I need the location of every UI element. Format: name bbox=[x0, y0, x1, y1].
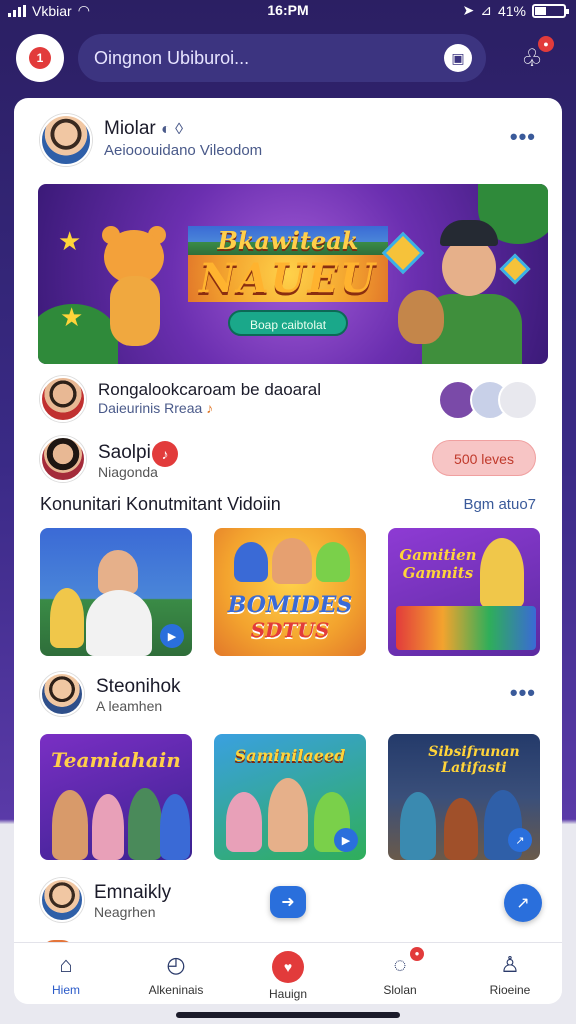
character-figure bbox=[272, 538, 312, 584]
play-icon[interactable]: ▶ bbox=[334, 828, 358, 852]
child-figure bbox=[480, 538, 524, 608]
home-indicator bbox=[176, 1012, 400, 1018]
feed-title[interactable]: Rongalookcaroam be daoaral bbox=[98, 380, 321, 400]
post-subtitle: Neagrhen bbox=[94, 904, 156, 920]
banner-title: Bkawiteak NAUEU bbox=[188, 226, 388, 302]
avatar[interactable] bbox=[40, 114, 92, 166]
feed-subtitle: Daieurinis Rreaa ♪ bbox=[98, 400, 214, 416]
community-button[interactable]: ♧ ● bbox=[512, 36, 554, 78]
person-figure bbox=[52, 790, 88, 860]
nav-profile[interactable]: ♙ Rioeine bbox=[460, 951, 560, 997]
follower-avatars[interactable] bbox=[438, 380, 538, 420]
video-thumbnail[interactable]: ▶ bbox=[40, 528, 192, 656]
thumbnail-label: BOMIDES SDTUS bbox=[227, 592, 353, 642]
nav-home[interactable]: ⌂ Hiem bbox=[16, 951, 116, 997]
person-figure bbox=[128, 788, 162, 860]
section-title: Konunitari Konutmitant Vidoiin bbox=[40, 494, 281, 514]
video-thumbnail[interactable]: Saminilaeed ▶ bbox=[214, 734, 366, 860]
nav-chat[interactable]: ◌ ● Slolan bbox=[350, 947, 450, 997]
character-illustration bbox=[398, 220, 526, 364]
video-thumbnail[interactable]: BOMIDES SDTUS bbox=[214, 528, 366, 656]
nav-label: Rioeine bbox=[489, 983, 531, 997]
avatar[interactable] bbox=[40, 878, 84, 922]
person-figure bbox=[400, 792, 436, 860]
post-author[interactable]: Miolar ◐ ◊ bbox=[104, 118, 183, 140]
likes-pill-button[interactable]: 500 leves bbox=[432, 440, 536, 476]
post-subtitle: A leamhen bbox=[96, 698, 163, 714]
nav-label: Hiem bbox=[51, 983, 80, 997]
post-author[interactable]: Emnaikly bbox=[94, 882, 171, 904]
child-figure bbox=[50, 588, 84, 648]
more-options-icon[interactable]: ••• bbox=[510, 124, 536, 150]
share-button[interactable]: ↗ bbox=[504, 884, 542, 922]
character-figure bbox=[234, 542, 268, 582]
promo-banner[interactable]: ★ ★ Bkawiteak NAUEU Boap caibtolat bbox=[38, 184, 548, 364]
battery-icon bbox=[532, 3, 569, 18]
music-note-icon: ♪ bbox=[206, 400, 214, 416]
more-options-icon[interactable]: ••• bbox=[510, 680, 536, 706]
bottom-nav: ⌂ Hiem ◴ Alkeninais ♥ Hauign ◌ ● Slolan … bbox=[14, 942, 562, 1004]
feed-card: Miolar ◐ ◊ Aeiooouidano Vileodom ••• ★ ★… bbox=[14, 98, 562, 1004]
nav-label: Alkeninais bbox=[148, 983, 204, 997]
avatar[interactable] bbox=[40, 436, 86, 482]
search-input[interactable]: Oingnon Ubiburoi... ▣ bbox=[78, 34, 486, 82]
video-thumbnail[interactable]: Sibsifrunan Latifasti ↗ bbox=[388, 734, 540, 860]
nav-activity[interactable]: ◴ Alkeninais bbox=[126, 951, 226, 997]
profile-icon: ♙ bbox=[500, 952, 520, 977]
top-bar: 1 Oingnon Ubiburoi... ▣ ♧ ● bbox=[16, 32, 560, 82]
send-button[interactable]: ➜ bbox=[270, 886, 306, 918]
star-icon: ★ bbox=[60, 302, 84, 332]
heart-music-icon: ♥ bbox=[272, 951, 304, 983]
person-figure bbox=[92, 794, 124, 860]
app-logo[interactable]: 1 bbox=[16, 34, 64, 82]
battery-percent: 41% bbox=[497, 2, 526, 19]
nav-music[interactable]: ♥ Hauign bbox=[238, 951, 338, 1001]
star-icon: ★ bbox=[58, 226, 82, 256]
signal-strength-icon: ⊿ bbox=[480, 2, 492, 18]
game-board bbox=[396, 606, 536, 650]
thumbnail-label: Sibsifrunan Latifasti bbox=[428, 744, 520, 776]
search-text: Oingnon Ubiburoi... bbox=[94, 48, 250, 68]
play-icon[interactable]: ↗ bbox=[508, 828, 532, 852]
more-avatars-icon bbox=[498, 380, 538, 420]
child-figure bbox=[226, 792, 262, 852]
avatar[interactable] bbox=[40, 376, 86, 422]
notification-badge: ● bbox=[538, 36, 554, 52]
person-figure bbox=[86, 590, 152, 656]
logo-search-icon: 1 bbox=[29, 47, 51, 69]
status-bar: Vkbiar ◠ 16:PM ➤ ⊿ 41% bbox=[0, 0, 576, 22]
child-figure bbox=[268, 778, 308, 852]
person-figure bbox=[444, 798, 478, 860]
avatar[interactable] bbox=[40, 672, 84, 716]
nav-label: Slolan bbox=[383, 983, 417, 997]
home-icon: ⌂ bbox=[59, 952, 73, 977]
post-subtitle: Aeiooouidano Vileodom bbox=[104, 142, 263, 159]
thumbnail-label: Saminilaeed bbox=[234, 746, 346, 765]
video-thumbnail[interactable]: Gamitien Gamnits bbox=[388, 528, 540, 656]
video-thumbnail[interactable]: Teamiahain bbox=[40, 734, 192, 860]
section-see-all-link[interactable]: Bgm atuo7 bbox=[463, 496, 536, 513]
feed-name[interactable]: Saolpi bbox=[98, 442, 151, 464]
nav-label: Hauign bbox=[268, 987, 308, 1001]
notification-badge: ● bbox=[410, 947, 424, 961]
feed-subtitle: Niagonda bbox=[98, 464, 158, 480]
shopping-bag-icon[interactable]: ▣ bbox=[444, 44, 472, 72]
banner-cta-button[interactable]: Boap caibtolat bbox=[228, 310, 348, 336]
person-figure bbox=[98, 550, 138, 594]
verified-icon: ◐ ◊ bbox=[161, 121, 184, 138]
play-icon[interactable]: ▶ bbox=[160, 624, 184, 648]
person-figure bbox=[160, 794, 190, 860]
bear-mascot bbox=[96, 226, 174, 350]
location-icon: ➤ bbox=[462, 2, 475, 18]
character-figure bbox=[316, 542, 350, 582]
thumbnail-label: Gamitien Gamnits bbox=[399, 546, 477, 582]
thumbnail-label: Teamiahain bbox=[51, 748, 181, 772]
clock-icon: ◴ bbox=[166, 952, 186, 977]
post-author[interactable]: Steonihok bbox=[96, 676, 181, 698]
